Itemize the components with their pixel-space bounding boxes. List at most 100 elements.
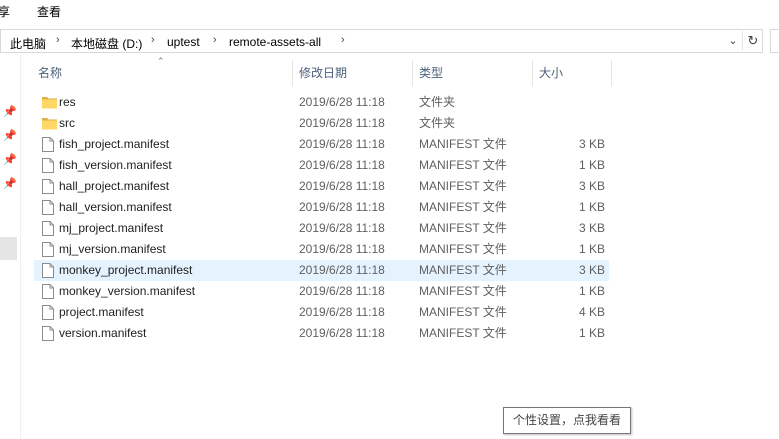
breadcrumb-this-pc[interactable]: 此电脑 (10, 35, 46, 52)
file-size: 4 KB (578, 305, 605, 319)
file-size: 1 KB (578, 200, 605, 214)
file-type: MANIFEST 文件 (419, 179, 507, 193)
tooltip: 个性设置，点我看看 (503, 407, 631, 434)
refresh-icon[interactable]: ↻ (742, 31, 763, 51)
file-icon (42, 158, 54, 176)
breadcrumb-local-disk[interactable]: 本地磁盘 (D:) (71, 35, 142, 52)
file-row[interactable]: monkey_project.manifest 2019/6/28 11:18 MA… (34, 260, 609, 281)
file-size: 3 KB (578, 137, 605, 151)
file-type: MANIFEST 文件 (419, 158, 507, 172)
file-row[interactable]: fish_project.manifest 2019/6/28 11:18 MANI… (34, 134, 609, 155)
file-size: 1 KB (578, 284, 605, 298)
file-date: 2019/6/28 11:18 (299, 326, 385, 340)
breadcrumb-separator[interactable]: › (341, 34, 345, 46)
file-size: 1 KB (578, 242, 605, 256)
file-date: 2019/6/28 11:18 (299, 158, 385, 172)
file-row[interactable]: hall_version.manifest 2019/6/28 11:18 MANI… (34, 197, 609, 218)
column-divider[interactable] (292, 60, 293, 86)
file-row[interactable]: fish_version.manifest 2019/6/28 11:18 MANI… (34, 155, 609, 176)
file-icon (42, 263, 54, 281)
file-date: 2019/6/28 11:18 (299, 284, 385, 298)
address-bar[interactable]: 此电脑 › 本地磁盘 (D:) › uptest › remote-assets… (0, 29, 763, 53)
file-type: MANIFEST 文件 (419, 221, 507, 235)
file-date: 2019/6/28 11:18 (299, 137, 385, 151)
file-row[interactable]: version.manifest 2019/6/28 11:18 MANIFEST … (34, 323, 609, 344)
file-name[interactable]: project.manifest (59, 302, 144, 323)
column-divider[interactable] (412, 60, 413, 86)
search-input[interactable] (770, 29, 779, 53)
file-name[interactable]: version.manifest (59, 323, 146, 344)
column-header-name[interactable]: 名称 (38, 59, 62, 87)
file-icon (42, 242, 54, 260)
file-name[interactable]: monkey_project.manifest (59, 260, 192, 281)
navigation-pane: 📌 📌 📌 📌 (0, 55, 21, 439)
nav-selected-item[interactable] (0, 237, 17, 260)
file-date: 2019/6/28 11:18 (299, 242, 385, 256)
file-type: MANIFEST 文件 (419, 326, 507, 340)
file-size (545, 113, 605, 134)
file-type: MANIFEST 文件 (419, 200, 507, 214)
file-size: 1 KB (578, 158, 605, 172)
folder-icon (42, 116, 57, 133)
breadcrumb-separator[interactable]: › (56, 34, 60, 46)
file-size: 3 KB (578, 221, 605, 235)
breadcrumb-uptest[interactable]: uptest (167, 35, 200, 49)
menu-bar: 享 查看 (0, 0, 779, 22)
breadcrumb-remote-assets-all[interactable]: remote-assets-all (229, 35, 321, 49)
file-type: MANIFEST 文件 (419, 242, 507, 256)
file-name[interactable]: mj_project.manifest (59, 218, 163, 239)
file-icon (42, 200, 54, 218)
file-icon (42, 284, 54, 302)
file-row[interactable]: hall_project.manifest 2019/6/28 11:18 MANI… (34, 176, 609, 197)
breadcrumb-separator[interactable]: › (213, 34, 217, 46)
file-row[interactable]: src 2019/6/28 11:18 文件夹 (34, 113, 609, 134)
file-date: 2019/6/28 11:18 (299, 305, 385, 319)
pin-icon[interactable]: 📌 (3, 178, 17, 190)
column-header-size[interactable]: 大小 (539, 59, 563, 87)
file-date: 2019/6/28 11:18 (299, 263, 385, 277)
file-name[interactable]: fish_project.manifest (59, 134, 169, 155)
file-row[interactable]: monkey_version.manifest 2019/6/28 11:18 MA… (34, 281, 609, 302)
breadcrumb-separator[interactable]: › (151, 34, 155, 46)
file-type: MANIFEST 文件 (419, 137, 507, 151)
file-name[interactable]: hall_project.manifest (59, 176, 169, 197)
file-type: 文件夹 (419, 95, 456, 109)
file-icon (42, 137, 54, 155)
pin-icon[interactable]: 📌 (3, 154, 17, 166)
chevron-down-icon[interactable]: ⌄ (725, 33, 741, 49)
file-name[interactable]: fish_version.manifest (59, 155, 172, 176)
file-type: MANIFEST 文件 (419, 284, 507, 298)
file-date: 2019/6/28 11:18 (299, 179, 385, 193)
file-name[interactable]: monkey_version.manifest (59, 281, 195, 302)
file-size (545, 92, 605, 113)
file-date: 2019/6/28 11:18 (299, 116, 385, 130)
file-date: 2019/6/28 11:18 (299, 221, 385, 235)
file-name[interactable]: mj_version.manifest (59, 239, 166, 260)
file-size: 1 KB (578, 326, 605, 340)
file-type: MANIFEST 文件 (419, 305, 507, 319)
column-header-modified[interactable]: 修改日期 (299, 59, 347, 87)
file-icon (42, 326, 54, 344)
column-header-type[interactable]: 类型 (419, 59, 443, 87)
column-divider[interactable] (611, 60, 612, 86)
file-row[interactable]: mj_version.manifest 2019/6/28 11:18 MANIFE… (34, 239, 609, 260)
folder-icon (42, 95, 57, 112)
menu-share[interactable]: 享 (0, 3, 10, 20)
file-row[interactable]: project.manifest 2019/6/28 11:18 MANIFEST … (34, 302, 609, 323)
file-icon (42, 305, 54, 323)
pin-icon[interactable]: 📌 (3, 106, 17, 118)
file-size: 3 KB (578, 179, 605, 193)
file-size: 3 KB (578, 263, 605, 277)
file-name[interactable]: hall_version.manifest (59, 197, 172, 218)
file-row[interactable]: res 2019/6/28 11:18 文件夹 (34, 92, 609, 113)
column-divider[interactable] (532, 60, 533, 86)
menu-view[interactable]: 查看 (37, 3, 61, 20)
file-row[interactable]: mj_project.manifest 2019/6/28 11:18 MANIFE… (34, 218, 609, 239)
file-icon (42, 179, 54, 197)
file-date: 2019/6/28 11:18 (299, 200, 385, 214)
file-icon (42, 221, 54, 239)
file-type: 文件夹 (419, 116, 456, 130)
pin-icon[interactable]: 📌 (3, 130, 17, 142)
file-name[interactable]: src (59, 113, 75, 134)
file-name[interactable]: res (59, 92, 76, 113)
